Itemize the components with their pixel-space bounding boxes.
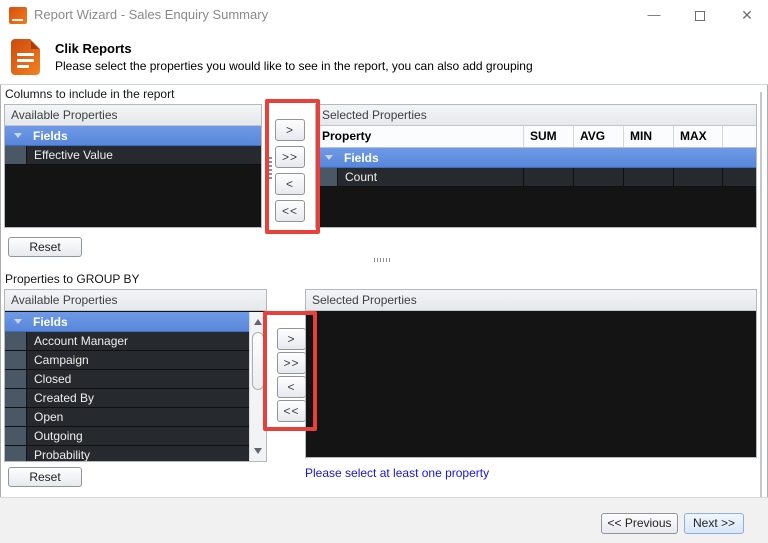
footer-bar: << Previous Next >> bbox=[0, 497, 768, 543]
splitter-handle[interactable] bbox=[269, 157, 272, 179]
app-icon bbox=[9, 7, 27, 24]
scrollbar-up-button[interactable] bbox=[250, 314, 267, 330]
splitter-handle[interactable] bbox=[264, 364, 267, 386]
col-header-property[interactable]: Property bbox=[316, 126, 524, 147]
close-button[interactable]: ✕ bbox=[727, 0, 767, 30]
col-header-sum[interactable]: SUM bbox=[524, 126, 574, 147]
list-item-label: Open bbox=[27, 408, 249, 426]
layout-splitter-line bbox=[760, 92, 762, 497]
columns-move-right-button[interactable]: > bbox=[275, 119, 305, 141]
groupby-selected-empty-area[interactable] bbox=[306, 312, 756, 457]
group-label: Fields bbox=[344, 150, 379, 165]
groupby-selected-panel: Selected Properties bbox=[305, 289, 757, 458]
report-document-icon bbox=[11, 39, 40, 75]
validation-message: Please select at least one property bbox=[305, 466, 490, 480]
scrollbar[interactable] bbox=[249, 312, 266, 461]
cell-sum[interactable] bbox=[524, 168, 574, 187]
page-title: Clik Reports bbox=[55, 41, 132, 56]
wizard-header: Clik Reports Please select the propertie… bbox=[0, 30, 768, 85]
list-item[interactable]: Open bbox=[5, 408, 249, 427]
previous-button[interactable]: << Previous bbox=[601, 513, 678, 534]
groupby-reset-button[interactable]: Reset bbox=[8, 467, 82, 487]
groupby-available-list: Fields Account Manager Campaign Closed C… bbox=[5, 312, 249, 461]
columns-available-panel: Available Properties Fields Effective Va… bbox=[4, 104, 262, 228]
chevron-down-icon bbox=[325, 155, 333, 160]
table-row[interactable]: Count bbox=[316, 168, 756, 187]
row-gutter bbox=[5, 370, 27, 388]
list-item[interactable]: Created By bbox=[5, 389, 249, 408]
columns-available-group-row[interactable]: Fields bbox=[5, 126, 261, 146]
groupby-selected-caption: Selected Properties bbox=[306, 290, 756, 311]
row-gutter bbox=[316, 168, 338, 187]
columns-selected-panel: Selected Properties Property SUM AVG MIN… bbox=[315, 104, 757, 228]
minimize-button[interactable]: — bbox=[634, 0, 674, 30]
columns-move-left-button[interactable]: < bbox=[275, 173, 305, 195]
columns-selected-caption: Selected Properties bbox=[316, 105, 756, 126]
list-item-label: Closed bbox=[27, 370, 249, 388]
list-item[interactable]: Account Manager bbox=[5, 332, 249, 351]
groupby-available-panel: Available Properties Fields Account Mana… bbox=[4, 289, 267, 462]
splitter-handle-horizontal[interactable] bbox=[374, 258, 390, 262]
groupby-move-all-right-button[interactable]: >> bbox=[277, 352, 306, 374]
groupby-move-all-left-button[interactable]: << bbox=[277, 400, 306, 422]
row-gutter bbox=[5, 332, 27, 350]
scrollbar-down-button[interactable] bbox=[250, 443, 267, 459]
list-item[interactable]: Closed bbox=[5, 370, 249, 389]
scrollbar-thumb[interactable] bbox=[252, 332, 264, 390]
col-header-extra bbox=[723, 126, 756, 147]
list-item-label: Campaign bbox=[27, 351, 249, 369]
list-item-label: Created By bbox=[27, 389, 249, 407]
cell-avg[interactable] bbox=[574, 168, 624, 187]
columns-reset-button[interactable]: Reset bbox=[8, 237, 82, 257]
next-button[interactable]: Next >> bbox=[684, 513, 744, 534]
groupby-move-right-button[interactable]: > bbox=[277, 328, 306, 350]
list-item-label: Outgoing bbox=[27, 427, 249, 445]
groupby-section-label: Properties to GROUP BY bbox=[5, 272, 140, 286]
groupby-available-caption: Available Properties bbox=[5, 290, 266, 311]
columns-section-label: Columns to include in the report bbox=[5, 87, 175, 101]
page-subtitle: Please select the properties you would l… bbox=[55, 59, 533, 73]
row-gutter bbox=[5, 446, 27, 461]
list-item[interactable]: Outgoing bbox=[5, 427, 249, 446]
list-item[interactable]: Probability bbox=[5, 446, 249, 461]
groupby-group-row[interactable]: Fields bbox=[5, 312, 249, 332]
cell-extra bbox=[723, 168, 756, 187]
row-gutter bbox=[5, 389, 27, 407]
arrow-up-icon bbox=[254, 319, 262, 325]
cell-min[interactable] bbox=[624, 168, 674, 187]
columns-move-all-left-button[interactable]: << bbox=[275, 200, 305, 222]
group-label: Fields bbox=[33, 314, 68, 329]
col-header-min[interactable]: MIN bbox=[624, 126, 674, 147]
columns-move-all-right-button[interactable]: >> bbox=[275, 146, 305, 168]
window-title: Report Wizard - Sales Enquiry Summary bbox=[34, 7, 269, 22]
table-header-row: Property SUM AVG MIN MAX bbox=[316, 126, 756, 148]
list-item-label: Effective Value bbox=[27, 146, 261, 164]
row-gutter bbox=[5, 351, 27, 369]
title-bar: Report Wizard - Sales Enquiry Summary — … bbox=[0, 0, 768, 30]
maximize-button[interactable] bbox=[680, 0, 720, 30]
columns-selected-group-row[interactable]: Fields bbox=[316, 148, 756, 168]
cell-property: Count bbox=[338, 168, 524, 187]
chevron-down-icon bbox=[14, 133, 22, 138]
col-header-max[interactable]: MAX bbox=[674, 126, 723, 147]
list-item-label: Account Manager bbox=[27, 332, 249, 350]
list-item[interactable]: Effective Value bbox=[5, 146, 261, 165]
row-gutter bbox=[5, 408, 27, 426]
list-item[interactable]: Campaign bbox=[5, 351, 249, 370]
maximize-icon bbox=[695, 10, 705, 21]
row-gutter bbox=[5, 427, 27, 445]
row-gutter bbox=[5, 146, 27, 164]
col-header-avg[interactable]: AVG bbox=[574, 126, 624, 147]
group-label: Fields bbox=[33, 128, 68, 143]
columns-available-caption: Available Properties bbox=[5, 105, 261, 126]
groupby-move-left-button[interactable]: < bbox=[277, 376, 306, 398]
cell-max[interactable] bbox=[674, 168, 723, 187]
list-item-label: Probability bbox=[27, 446, 249, 461]
arrow-down-icon bbox=[254, 448, 262, 454]
chevron-down-icon bbox=[14, 319, 22, 324]
